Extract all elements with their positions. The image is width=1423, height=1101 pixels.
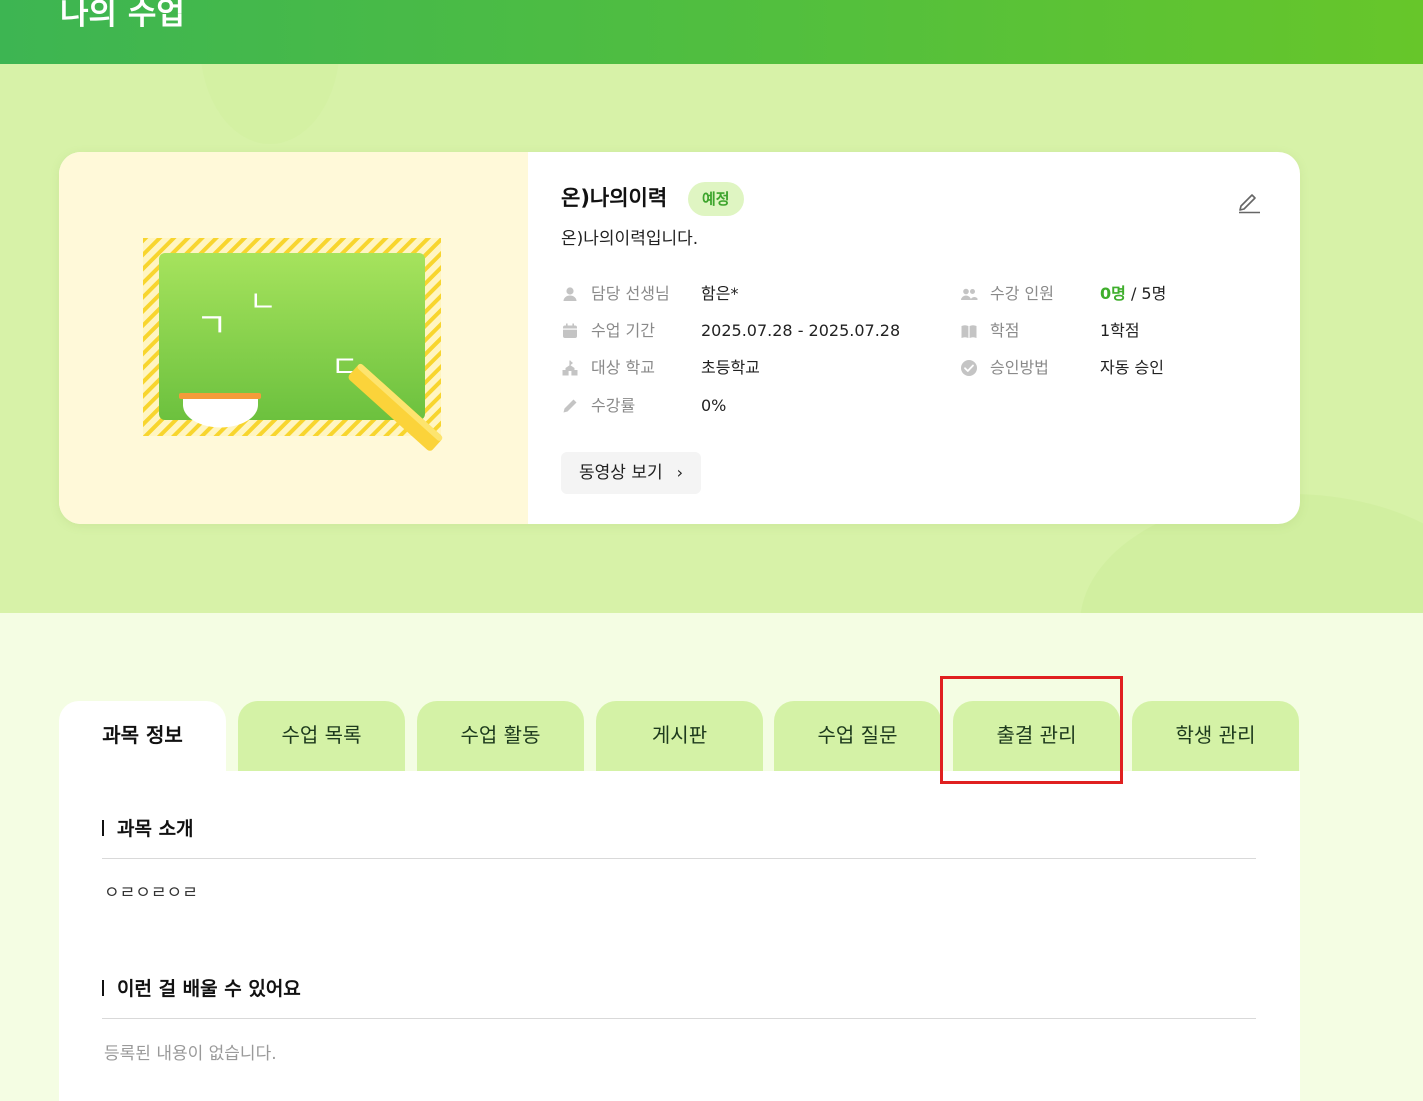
- course-description: 온)나의이력입니다.: [561, 229, 699, 249]
- detail-label: 수강 인원: [990, 284, 1054, 303]
- detail-value: 0%: [701, 396, 727, 415]
- detail-label: 담당 선생님: [591, 284, 670, 303]
- detail-value: 1학점: [1100, 321, 1140, 340]
- divider: [102, 858, 1256, 859]
- detail-label: 학점: [990, 321, 1020, 340]
- detail-value: 자동 승인: [1100, 358, 1164, 377]
- detail-value: 함은*: [701, 284, 739, 303]
- book-icon: [961, 325, 977, 338]
- section-bar: [102, 820, 104, 836]
- detail-value: 초등학교: [701, 358, 760, 377]
- detail-value: 0명 / 5명: [1100, 282, 1166, 306]
- detail-period: 수업 기간 2025.07.28 - 2025.07.28: [561, 319, 941, 343]
- detail-value: 2025.07.28 - 2025.07.28: [701, 321, 901, 340]
- section-title-learn: 이런 걸 배울 수 있어요: [102, 974, 301, 1001]
- section-title-text: 과목 소개: [117, 818, 194, 840]
- edit-button[interactable]: [1236, 188, 1262, 214]
- users-icon: [961, 288, 978, 300]
- detail-progress: 수강률 0%: [561, 394, 941, 418]
- check-circle-icon: [961, 360, 977, 376]
- detail-label: 수강률: [591, 396, 636, 415]
- decorative-blob: [200, 64, 340, 144]
- tab-bar: 과목 정보 수업 목록 수업 활동 게시판 수업 질문 출결 관리 학생 관리: [59, 701, 1300, 781]
- section-title-text: 이런 걸 배울 수 있어요: [117, 978, 301, 1000]
- section-title-intro: 과목 소개: [102, 814, 194, 841]
- school-icon: [562, 360, 578, 376]
- person-icon: [563, 287, 577, 301]
- detail-label: 대상 학교: [591, 358, 655, 377]
- learn-empty-message: 등록된 내용이 없습니다.: [104, 1044, 277, 1064]
- edit-icon: [1239, 194, 1260, 214]
- detail-credit: 학점 1학점: [960, 319, 1260, 343]
- watch-video-label: 동영상 보기: [579, 463, 663, 483]
- tab-lesson-list[interactable]: 수업 목록: [238, 701, 405, 771]
- divider: [102, 1018, 1256, 1019]
- watch-video-button[interactable]: 동영상 보기 ›: [561, 452, 702, 494]
- course-title: 온)나의이력: [561, 186, 668, 210]
- course-info-panel: 과목 소개 ㅇㄹㅇㄹㅇㄹ 이런 걸 배울 수 있어요 등록된 내용이 없습니다.: [59, 771, 1300, 1101]
- detail-school: 대상 학교 초등학교: [561, 356, 941, 380]
- detail-enrollment: 수강 인원 0명 / 5명: [960, 282, 1260, 306]
- tab-board[interactable]: 게시판: [596, 701, 763, 771]
- detail-label: 수업 기간: [591, 321, 655, 340]
- detail-approval: 승인방법 자동 승인: [960, 356, 1260, 380]
- course-info: 온)나의이력 예정 온)나의이력입니다. 담당 선생님 함은* 수업 기간 20…: [561, 152, 1300, 524]
- detail-label: 승인방법: [990, 358, 1049, 377]
- tab-student-management[interactable]: 학생 관리: [1132, 701, 1299, 771]
- board-letter: ㄴ: [249, 285, 277, 320]
- tab-questions[interactable]: 수업 질문: [774, 701, 941, 771]
- calendar-icon: [563, 323, 577, 338]
- course-card: ㄱ ㄴ ㄷ 온)나의이력 예정 온)나의이력입니다. 담당 선생님 함은* 수업…: [59, 152, 1300, 524]
- top-header: 나의 수업: [0, 0, 1423, 64]
- detail-teacher: 담당 선생님 함은*: [561, 282, 941, 306]
- tab-attendance[interactable]: 출결 관리: [953, 701, 1120, 771]
- chevron-right-icon: ›: [676, 463, 684, 482]
- tab-course-info[interactable]: 과목 정보: [59, 701, 226, 781]
- board-letter: ㄱ: [196, 306, 227, 346]
- page-title: 나의 수업: [60, 0, 185, 32]
- course-thumbnail: ㄱ ㄴ ㄷ: [59, 152, 528, 524]
- section-bar: [102, 980, 104, 996]
- status-badge: 예정: [688, 182, 744, 216]
- tab-class-activity[interactable]: 수업 활동: [417, 701, 584, 771]
- enrolled-count: 0명: [1100, 284, 1126, 303]
- capacity-count: / 5명: [1125, 284, 1167, 303]
- intro-body: ㅇㄹㅇㄹㅇㄹ: [104, 883, 198, 903]
- pencil-icon: [563, 399, 577, 413]
- chalkboard-illustration: ㄱ ㄴ ㄷ: [143, 238, 443, 451]
